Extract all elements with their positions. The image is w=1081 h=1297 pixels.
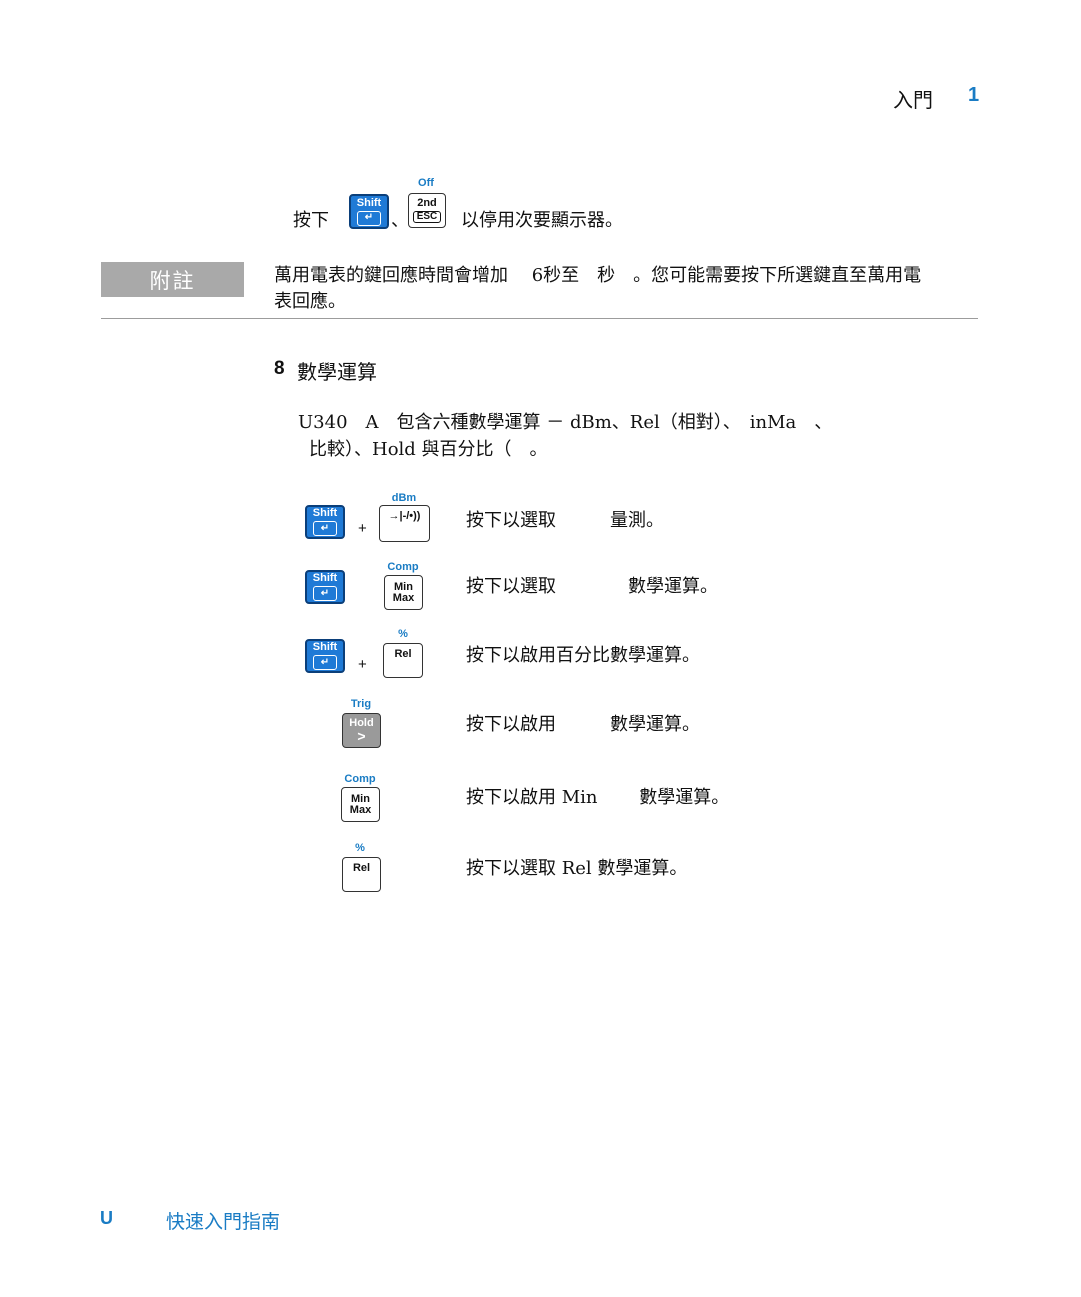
press-separator: 、 — [391, 210, 409, 231]
shift-key-label: Shift — [312, 507, 338, 519]
off-label: Off — [418, 177, 434, 189]
percent-label: % — [398, 628, 408, 640]
shift-key[interactable]: Shift ↵ — [305, 639, 345, 673]
footer-letter: U — [100, 1208, 113, 1228]
trig-label: Trig — [350, 698, 372, 710]
hold-key[interactable]: Hold > — [342, 713, 381, 748]
step-number: 8 — [274, 358, 285, 379]
rel-key[interactable]: Rel — [383, 643, 423, 678]
min-label: Min — [394, 580, 413, 593]
enter-icon: ↵ — [313, 655, 337, 670]
intro-line-1: U340 A 包含六種數學運算 － dBm、Rel（相對）、 inMa 、 — [298, 412, 833, 433]
enter-icon: ↵ — [313, 586, 337, 601]
header-chapter-number: 1 — [968, 84, 980, 106]
min-max-key[interactable]: Min Max — [384, 575, 423, 610]
step-title: 數學運算 — [297, 360, 377, 384]
row-2-text: 按下以選取 數學運算。 — [466, 576, 718, 597]
press-suffix: 以停用次要顯示器。 — [461, 210, 623, 231]
min-label: Min — [351, 792, 370, 805]
enter-icon: ↵ — [313, 521, 337, 536]
rel-label: Rel — [352, 862, 371, 874]
diode-continuity-key[interactable]: →|-/•)) — [379, 505, 430, 542]
diode-continuity-icon: →|-/•)) — [388, 510, 421, 522]
shift-key-label: Shift — [312, 641, 338, 653]
shift-key[interactable]: Shift ↵ — [305, 505, 345, 539]
shift-key-label: Shift — [356, 196, 382, 209]
second-label: 2nd — [417, 197, 437, 209]
intro-line-2: 比較）、Hold 與百分比（ 。 — [309, 439, 548, 460]
enter-icon: ↵ — [357, 210, 381, 226]
note-badge: 附註 — [101, 262, 244, 297]
row-5-text: 按下以啟用 Min 數學運算。 — [466, 787, 730, 808]
right-arrow-icon: > — [357, 728, 366, 744]
shift-key[interactable]: Shift ↵ — [349, 194, 389, 229]
footer-title: 快速入門指南 — [166, 1211, 281, 1233]
second-esc-key[interactable]: 2nd ESC — [408, 193, 446, 228]
min-max-key[interactable]: Min Max — [341, 787, 380, 822]
rel-key[interactable]: Rel — [342, 857, 381, 892]
note-line-1: 萬用電表的鍵回應時間會增加 6秒至 秒 。您可能需要按下所選鍵直至萬用電 — [274, 265, 922, 286]
max-label: Max — [392, 591, 415, 604]
plus-sign: + — [358, 520, 367, 537]
row-1-text: 按下以選取 量測。 — [466, 510, 664, 531]
esc-label: ESC — [412, 211, 442, 223]
rel-label: Rel — [394, 648, 412, 660]
row-4-text: 按下以啟用 數學運算。 — [466, 714, 700, 735]
note-line-2: 表回應。 — [274, 291, 346, 312]
header-section-title: 入門 — [893, 88, 933, 112]
comp-label: Comp — [387, 561, 419, 573]
max-label: Max — [349, 803, 372, 816]
dbm-label: dBm — [391, 492, 417, 504]
plus-sign: + — [358, 656, 367, 673]
press-prefix: 按下 — [293, 210, 329, 231]
row-3-text: 按下以啟用百分比數學運算。 — [466, 645, 700, 666]
shift-key[interactable]: Shift ↵ — [305, 570, 345, 604]
row-6-text: 按下以選取 Rel 數學運算。 — [466, 858, 688, 879]
divider — [101, 318, 978, 319]
comp-label: Comp — [344, 773, 376, 785]
percent-label: % — [355, 842, 365, 854]
shift-key-label: Shift — [312, 572, 338, 584]
